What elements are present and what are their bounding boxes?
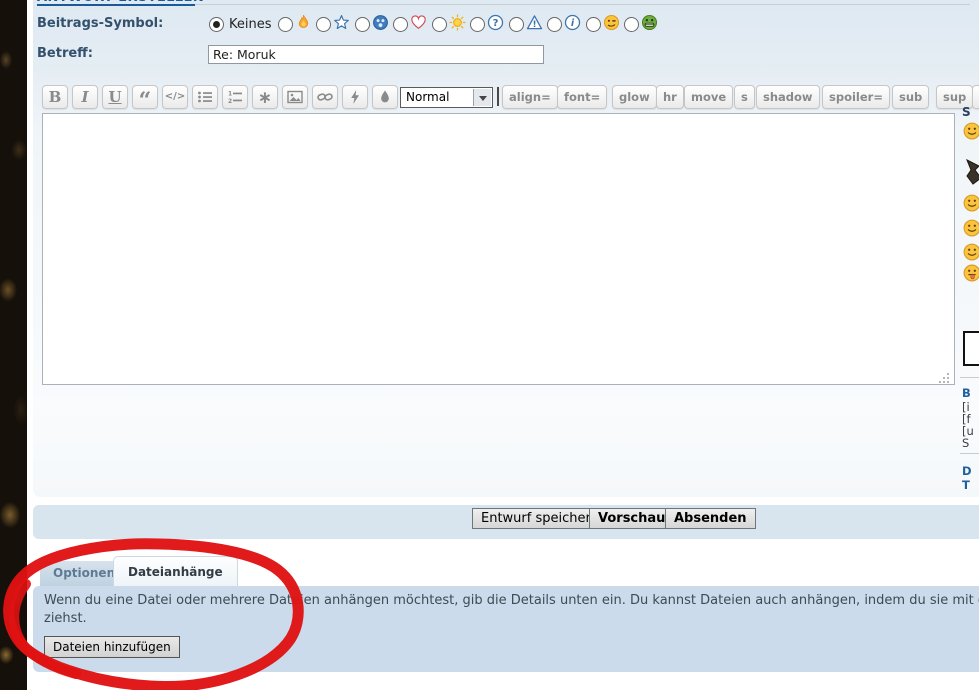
toolbar-separator — [497, 87, 499, 106]
symbol-radio-lightbulb[interactable] — [432, 17, 447, 32]
resize-handle[interactable] — [938, 372, 950, 384]
quote-button[interactable]: “ — [132, 85, 158, 109]
font-size-select-value: Normal — [406, 90, 449, 104]
align-button[interactable]: align= — [502, 85, 558, 109]
symbol-radio-star[interactable] — [316, 17, 331, 32]
symbol-radio-info[interactable] — [547, 17, 562, 32]
sidebar-heading-fragment: D — [962, 464, 972, 478]
star-icon — [333, 14, 350, 31]
smiley-icon[interactable] — [963, 122, 979, 144]
bullet-list-icon — [197, 89, 213, 105]
image-icon — [287, 89, 303, 105]
add-files-button[interactable]: Dateien hinzufügen — [44, 636, 180, 658]
symbol-none-label: Keines — [229, 17, 272, 32]
bold-button[interactable]: B — [42, 85, 68, 109]
symbol-radio-green-grin[interactable] — [624, 17, 639, 32]
underline-button[interactable]: U — [102, 85, 128, 109]
bbcode-status-line: S — [962, 436, 969, 450]
fire-icon — [295, 14, 312, 31]
svg-text:?: ? — [493, 18, 499, 29]
message-textarea[interactable] — [42, 113, 955, 385]
svg-text:2: 2 — [228, 98, 232, 105]
numbered-list-icon: 12 — [227, 89, 243, 105]
submit-button[interactable]: Absenden — [665, 508, 756, 529]
symbol-label: Beitrags-Symbol: — [37, 16, 163, 31]
question-icon: ? — [487, 14, 504, 31]
shocked-face-icon — [372, 14, 389, 31]
smiley-icon[interactable] — [963, 194, 979, 216]
numbered-list-button[interactable]: 12 — [222, 85, 248, 109]
symbol-radio-question[interactable] — [470, 17, 485, 32]
page-title: ANTWORT ERSTELLEN — [37, 0, 204, 5]
dark-smiley-icon[interactable] — [963, 158, 979, 190]
smiley-icon[interactable] — [963, 243, 979, 265]
tab-attachments[interactable]: Dateianhänge — [113, 556, 238, 586]
post-reply-page: ANTWORT ERSTELLEN Beitrags-Symbol: Keine… — [0, 0, 979, 690]
smilies-box[interactable] — [963, 331, 979, 366]
bbcode-status-line: B — [962, 386, 971, 400]
subject-input[interactable] — [208, 45, 544, 64]
symbol-radio-none[interactable] — [209, 17, 224, 32]
bullet-list-button[interactable] — [192, 85, 218, 109]
green-grin-icon — [641, 14, 658, 31]
glow-button[interactable]: glow — [612, 85, 657, 109]
list-item-button[interactable]: ∗ — [252, 85, 278, 109]
symbol-radio-smirk[interactable] — [586, 17, 601, 32]
heart-icon — [410, 14, 427, 31]
save-draft-button[interactable]: Entwurf speichern — [472, 508, 608, 529]
color-button[interactable] — [372, 85, 398, 109]
image-button[interactable] — [282, 85, 308, 109]
lightbulb-icon — [449, 14, 466, 31]
attachments-description-line2: ziehst. — [44, 611, 87, 626]
sidebar-heading-fragment: T — [962, 478, 970, 492]
clipped-toolbar-button[interactable]: t — [972, 85, 979, 109]
font-size-select[interactable]: Normal — [400, 87, 493, 108]
svg-text:1: 1 — [228, 91, 232, 98]
background-photo-strip — [0, 0, 27, 690]
smiley-icon[interactable] — [963, 219, 979, 241]
code-button[interactable]: </> — [162, 85, 188, 109]
strike-button[interactable]: s — [734, 85, 755, 109]
smilies-header: S — [962, 105, 971, 119]
info-icon: i — [564, 14, 581, 31]
font-button[interactable]: font= — [557, 85, 607, 109]
flash-button[interactable] — [342, 85, 368, 109]
attachments-description-line1: Wenn du eine Datei oder mehrere Dateien … — [44, 593, 979, 608]
hr-button[interactable]: hr — [656, 85, 684, 109]
link-button[interactable] — [312, 85, 338, 109]
svg-text:!: ! — [532, 20, 536, 30]
warning-icon: ! — [526, 14, 543, 31]
attachments-panel: Wenn du eine Datei oder mehrere Dateien … — [33, 586, 979, 672]
symbol-radio-fire[interactable] — [278, 17, 293, 32]
smirk-smiley-icon — [603, 14, 620, 31]
shadow-button[interactable]: shadow — [756, 85, 820, 109]
spoiler-button[interactable]: spoiler= — [822, 85, 890, 109]
move-button[interactable]: move — [684, 85, 733, 109]
subject-label: Betreff: — [37, 46, 93, 61]
tongue-smiley-icon[interactable] — [963, 264, 979, 286]
sidebar-divider — [960, 453, 979, 454]
chevron-down-icon — [473, 89, 491, 106]
link-icon — [317, 89, 333, 105]
symbol-radio-shocked[interactable] — [355, 17, 370, 32]
symbol-radio-warning[interactable] — [509, 17, 524, 32]
sub-button[interactable]: sub — [892, 85, 929, 109]
lightning-icon — [347, 89, 363, 105]
preview-button[interactable]: Vorschau — [589, 508, 674, 529]
droplet-icon — [377, 89, 393, 105]
symbol-radio-heart[interactable] — [393, 17, 408, 32]
italic-button[interactable]: I — [72, 85, 98, 109]
sidebar-divider — [960, 377, 979, 378]
